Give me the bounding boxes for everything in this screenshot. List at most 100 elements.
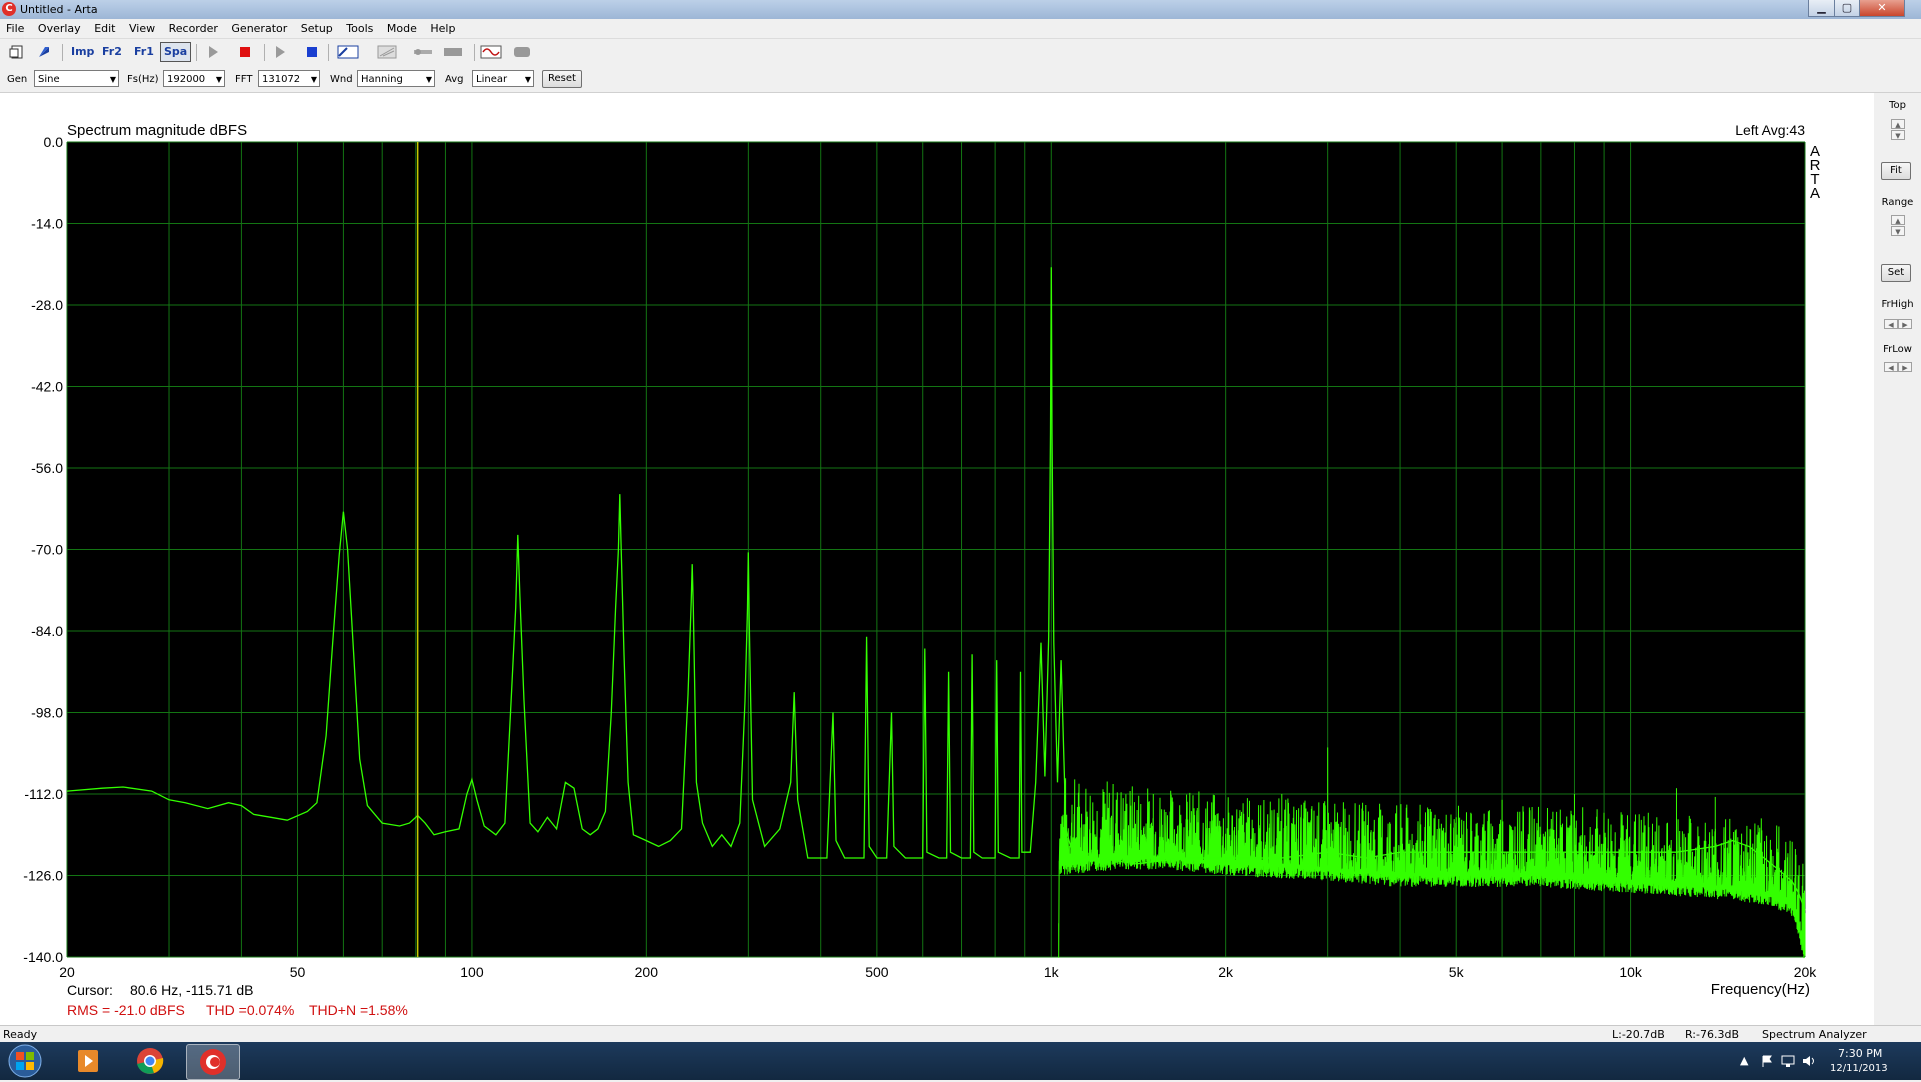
settings-icon[interactable] <box>512 44 532 60</box>
clock-time[interactable]: 7:30 PM <box>1838 1047 1882 1060</box>
dropdown-arrow-icon: ▼ <box>524 75 531 84</box>
arta-app-icon: C <box>2 2 16 16</box>
menu-mode[interactable]: Mode <box>383 19 421 38</box>
media-player-task[interactable] <box>62 1044 114 1078</box>
abc-analysis-icon[interactable] <box>337 44 359 60</box>
fr2-mode-button[interactable]: Fr2 <box>102 44 122 60</box>
menu-overlay[interactable]: Overlay <box>34 19 85 38</box>
cursor-label: Cursor: <box>67 982 113 998</box>
menu-recorder[interactable]: Recorder <box>165 19 222 38</box>
window-function-value: Hanning <box>361 74 403 85</box>
menu-bar: File Overlay Edit View Recorder Generato… <box>0 19 1921 39</box>
new-file-icon[interactable] <box>9 44 25 60</box>
frlow-right-spinner[interactable]: ▶ <box>1898 362 1912 372</box>
chrome-task[interactable] <box>124 1044 176 1078</box>
record-stop-icon[interactable] <box>304 44 320 60</box>
waterfall-icon[interactable] <box>377 44 397 60</box>
channel-avg-info: Left Avg:43 <box>1735 122 1805 138</box>
y-tick-label: -42.0 <box>31 379 63 395</box>
show-hidden-icons[interactable]: ▲ <box>1740 1054 1748 1067</box>
menu-help[interactable]: Help <box>426 19 459 38</box>
right-level-readout: R:-76.3dB <box>1685 1028 1740 1041</box>
top-up-spinner[interactable]: ▲ <box>1891 119 1905 129</box>
minimize-button[interactable]: ▁ <box>1808 0 1835 17</box>
volume-icon[interactable] <box>1801 1054 1817 1068</box>
generator-select[interactable]: Sine ▼ <box>34 70 119 87</box>
menu-edit[interactable]: Edit <box>90 19 119 38</box>
y-tick-label: -14.0 <box>31 216 63 232</box>
menu-setup[interactable]: Setup <box>297 19 337 38</box>
right-control-panel: Top ▲ ▼ Fit Range ▲ ▼ Set FrHigh ◀ ▶ FrL… <box>1874 93 1921 1025</box>
spectrum-panel: Spectrum magnitude dBFS Left Avg:43 0.0 -… <box>0 93 1874 1025</box>
menu-view[interactable]: View <box>125 19 159 38</box>
top-label: Top <box>1889 100 1906 111</box>
reset-button[interactable]: Reset <box>542 70 582 88</box>
taskbar: ▲ 7:30 PM 12/11/2013 <box>0 1042 1921 1080</box>
open-file-icon[interactable] <box>36 44 52 60</box>
meter-icon[interactable] <box>442 44 464 60</box>
play-icon[interactable] <box>205 44 221 60</box>
range-up-spinner[interactable]: ▲ <box>1891 215 1905 225</box>
arta-task[interactable] <box>186 1044 240 1080</box>
thdn-readout: THD+N =1.58% <box>309 1002 408 1018</box>
menu-tools[interactable]: Tools <box>342 19 377 38</box>
y-tick-label: -28.0 <box>31 297 63 313</box>
probe-icon[interactable] <box>412 44 434 60</box>
menu-generator[interactable]: Generator <box>227 19 291 38</box>
frhigh-label: FrHigh <box>1881 299 1914 310</box>
window-label: Wnd <box>330 74 353 85</box>
avg-label: Avg <box>445 74 464 85</box>
close-button[interactable]: ✕ <box>1859 0 1905 17</box>
top-down-spinner[interactable]: ▼ <box>1891 130 1905 140</box>
toolbar-separator <box>264 44 265 61</box>
sample-rate-select[interactable]: 192000 ▼ <box>163 70 225 87</box>
x-axis-label: Frequency(Hz) <box>1711 981 1810 998</box>
network-icon[interactable] <box>1780 1054 1796 1068</box>
fft-size-select[interactable]: 131072 ▼ <box>258 70 320 87</box>
range-down-spinner[interactable]: ▼ <box>1891 226 1905 236</box>
toolbar-separator <box>474 44 475 61</box>
x-tick-label: 200 <box>635 964 659 980</box>
window-title: Untitled - Arta <box>20 3 98 16</box>
spectrum-chart[interactable]: Spectrum magnitude dBFS Left Avg:43 0.0 -… <box>0 93 1874 1025</box>
dropdown-arrow-icon: ▼ <box>109 75 116 84</box>
generator-value: Sine <box>38 74 60 85</box>
fft-label: FFT <box>235 74 253 85</box>
y-tick-label: -84.0 <box>31 623 63 639</box>
spa-mode-button[interactable]: Spa <box>160 42 192 62</box>
window-function-select[interactable]: Hanning ▼ <box>357 70 435 87</box>
averaging-select[interactable]: Linear ▼ <box>472 70 534 87</box>
rms-readout: RMS = -21.0 dBFS <box>67 1002 185 1018</box>
impulse-mode-button[interactable]: Imp <box>71 44 94 60</box>
thd-readout: THD =0.074% <box>206 1002 294 1018</box>
signal-generator-icon[interactable] <box>480 44 502 60</box>
frlow-label: FrLow <box>1883 344 1912 355</box>
y-axis-ticks: 0.0 -14.0 -28.0 -42.0 -56.0 -70.0 -84.0 -98.0 -1… <box>23 134 63 965</box>
fit-button[interactable]: Fit <box>1881 162 1911 180</box>
toolbar-separator <box>328 44 329 61</box>
fr1-mode-button[interactable]: Fr1 <box>134 44 154 60</box>
menu-file[interactable]: File <box>2 19 28 38</box>
dropdown-arrow-icon: ▼ <box>425 75 432 84</box>
maximize-button[interactable]: ▢ <box>1834 0 1860 17</box>
arta-brand-label: ARTA <box>1810 143 1821 202</box>
x-tick-label: 10k <box>1619 964 1643 980</box>
y-tick-label: -140.0 <box>23 949 63 965</box>
frlow-left-spinner[interactable]: ◀ <box>1884 362 1898 372</box>
left-level-readout: L:-20.7dB <box>1612 1028 1665 1041</box>
frhigh-right-spinner[interactable]: ▶ <box>1898 319 1912 329</box>
action-center-flag-icon[interactable] <box>1760 1054 1774 1068</box>
toolbar: Imp Fr2 Fr1 Spa <box>0 39 1921 65</box>
chrome-icon <box>137 1048 164 1074</box>
set-button[interactable]: Set <box>1881 264 1911 282</box>
range-label: Range <box>1881 197 1914 208</box>
media-player-icon <box>78 1050 98 1072</box>
start-button-icon[interactable] <box>5 1043 45 1079</box>
stop-icon[interactable] <box>237 44 253 60</box>
record-play-icon[interactable] <box>272 44 288 60</box>
frhigh-left-spinner[interactable]: ◀ <box>1884 319 1898 329</box>
clock-date[interactable]: 12/11/2013 <box>1830 1063 1888 1074</box>
x-tick-label: 20k <box>1794 964 1818 980</box>
chart-title: Spectrum magnitude dBFS <box>67 122 247 139</box>
options-bar: Gen Sine ▼ Fs(Hz) 192000 ▼ FFT 131072 ▼ Wnd… <box>0 66 1921 93</box>
